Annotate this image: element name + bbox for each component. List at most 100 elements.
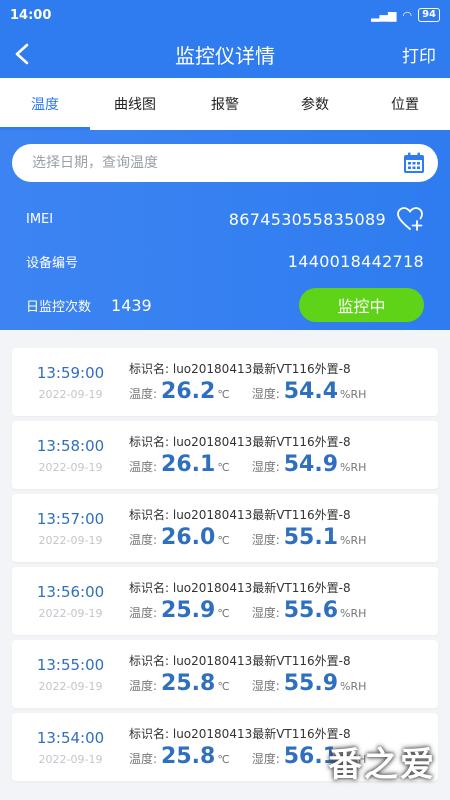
- humidity-unit: %RH: [340, 534, 367, 547]
- record-name-prefix: 标识名:: [129, 508, 173, 522]
- record-name-prefix: 标识名:: [129, 362, 173, 376]
- record-name-prefix: 标识名:: [129, 654, 173, 668]
- record-date: 2022-09-19: [38, 679, 103, 693]
- tab-location[interactable]: 位置: [360, 78, 450, 130]
- temperature-label: 温度:: [129, 606, 158, 620]
- record-name: 标识名: luo20180413最新VT116外置-8: [129, 652, 438, 669]
- record-timestamp: 13:58:00 2022-09-19: [12, 437, 129, 474]
- record-name: 标识名: luo20180413最新VT116外置-8: [129, 433, 438, 450]
- title-bar: 监控仪详情 打印: [0, 30, 450, 78]
- calendar-icon[interactable]: [402, 151, 426, 175]
- record-list: 13:59:00 2022-09-19 标识名: luo20180413最新VT…: [12, 348, 438, 786]
- humidity-label: 湿度:: [251, 533, 280, 547]
- record-details: 标识名: luo20180413最新VT116外置-8 温度: 26.1 ℃ 湿…: [129, 433, 438, 477]
- record-date: 2022-09-19: [38, 460, 103, 474]
- humidity-unit: %RH: [340, 680, 367, 693]
- record-details: 标识名: luo20180413最新VT116外置-8 温度: 25.8 ℃ 湿…: [129, 652, 438, 696]
- chevron-left-icon: [15, 43, 29, 65]
- device-id-value: 1440018442718: [287, 252, 424, 271]
- record-measurements: 温度: 26.2 ℃ 湿度: 54.4 %RH: [129, 379, 438, 404]
- record-card[interactable]: 13:58:00 2022-09-19 标识名: luo20180413最新VT…: [12, 421, 438, 489]
- humidity-unit: %RH: [340, 461, 367, 474]
- record-timestamp: 13:56:00 2022-09-19: [12, 583, 129, 620]
- device-id-label: 设备编号: [26, 256, 79, 271]
- temperature-label: 温度:: [129, 387, 158, 401]
- humidity-label: 湿度:: [251, 460, 280, 474]
- watermark-logo: 番之爱: [328, 745, 436, 785]
- heart-add-icon[interactable]: [396, 206, 424, 232]
- temperature-label: 温度:: [129, 533, 158, 547]
- imei-label: IMEI: [26, 211, 54, 227]
- daily-count-label: 日监控次数: [26, 299, 92, 315]
- record-details: 标识名: luo20180413最新VT116外置-8 温度: 25.9 ℃ 湿…: [129, 579, 438, 623]
- record-time: 13:56:00: [36, 582, 105, 601]
- monitoring-status-button[interactable]: 监控中: [299, 288, 424, 322]
- record-card[interactable]: 13:56:00 2022-09-19 标识名: luo20180413最新VT…: [12, 567, 438, 635]
- record-name-value: luo20180413最新VT116外置-8: [172, 727, 351, 741]
- temperature-unit: ℃: [217, 753, 230, 766]
- date-search-bar[interactable]: [12, 144, 438, 182]
- device-info-panel: IMEI 867453055835089 设备编号 1440018442718 …: [0, 130, 450, 330]
- record-date: 2022-09-19: [38, 387, 103, 401]
- record-measurements: 温度: 25.9 ℃ 湿度: 55.6 %RH: [129, 598, 438, 623]
- humidity-value: 54.4: [283, 379, 339, 404]
- record-measurements: 温度: 25.8 ℃ 湿度: 55.9 %RH: [129, 671, 438, 696]
- record-card[interactable]: 13:55:00 2022-09-19 标识名: luo20180413最新VT…: [12, 640, 438, 708]
- record-name-value: luo20180413最新VT116外置-8: [172, 362, 351, 376]
- temperature-label: 温度:: [129, 752, 158, 766]
- humidity-value: 54.9: [283, 452, 339, 477]
- status-icons: ▂▄▆ ◠ 94: [371, 8, 440, 22]
- record-measurements: 温度: 26.1 ℃ 湿度: 54.9 %RH: [129, 452, 438, 477]
- record-card[interactable]: 13:59:00 2022-09-19 标识名: luo20180413最新VT…: [12, 348, 438, 416]
- record-card[interactable]: 13:57:00 2022-09-19 标识名: luo20180413最新VT…: [12, 494, 438, 562]
- record-date: 2022-09-19: [38, 606, 103, 620]
- record-name: 标识名: luo20180413最新VT116外置-8: [129, 360, 438, 377]
- tab-parameters[interactable]: 参数: [270, 78, 360, 130]
- humidity-label: 湿度:: [251, 387, 280, 401]
- humidity-value: 55.9: [283, 671, 339, 696]
- humidity-unit: %RH: [340, 388, 367, 401]
- temperature-unit: ℃: [217, 680, 230, 693]
- record-name-prefix: 标识名:: [129, 435, 173, 449]
- record-timestamp: 13:59:00 2022-09-19: [12, 364, 129, 401]
- print-button[interactable]: 打印: [402, 42, 450, 67]
- tab-bar: 温度 曲线图 报警 参数 位置: [0, 78, 450, 130]
- record-name-value: luo20180413最新VT116外置-8: [172, 581, 351, 595]
- record-name-value: luo20180413最新VT116外置-8: [172, 435, 351, 449]
- tab-curve[interactable]: 曲线图: [90, 78, 180, 130]
- humidity-value: 55.6: [283, 598, 339, 623]
- record-name: 标识名: luo20180413最新VT116外置-8: [129, 506, 438, 523]
- record-timestamp: 13:54:00 2022-09-19: [12, 729, 129, 766]
- record-name-prefix: 标识名:: [129, 727, 173, 741]
- record-name-value: luo20180413最新VT116外置-8: [172, 508, 351, 522]
- date-search-input[interactable]: [32, 155, 402, 171]
- record-name: 标识名: luo20180413最新VT116外置-8: [129, 579, 438, 596]
- record-time: 13:59:00: [36, 363, 105, 382]
- record-measurements: 温度: 26.0 ℃ 湿度: 55.1 %RH: [129, 525, 438, 550]
- record-time: 13:55:00: [36, 655, 105, 674]
- temperature-value: 26.1: [161, 452, 216, 477]
- temperature-unit: ℃: [217, 461, 230, 474]
- imei-value: 867453055835089: [228, 209, 386, 229]
- temperature-label: 温度:: [129, 460, 158, 474]
- record-timestamp: 13:57:00 2022-09-19: [12, 510, 129, 547]
- record-time: 13:57:00: [36, 509, 105, 528]
- temperature-value: 26.0: [161, 525, 216, 550]
- humidity-value: 55.1: [283, 525, 339, 550]
- temperature-value: 25.8: [161, 744, 216, 769]
- status-bar: 14:00 ▂▄▆ ◠ 94: [0, 0, 450, 30]
- humidity-unit: %RH: [340, 607, 367, 620]
- record-name-value: luo20180413最新VT116外置-8: [172, 654, 351, 668]
- tab-alarm[interactable]: 报警: [180, 78, 270, 130]
- humidity-label: 湿度:: [251, 679, 280, 693]
- daily-count-row: 日监控次数 1439 监控中: [26, 288, 424, 322]
- temperature-value: 26.2: [161, 379, 216, 404]
- temperature-value: 25.8: [161, 671, 216, 696]
- back-button[interactable]: [0, 30, 44, 78]
- record-time: 13:54:00: [36, 728, 105, 747]
- record-time: 13:58:00: [36, 436, 105, 455]
- device-id-row: 设备编号 1440018442718: [26, 252, 424, 271]
- tab-temperature[interactable]: 温度: [0, 78, 90, 130]
- page-title: 监控仪详情: [175, 43, 275, 68]
- app-header: 14:00 ▂▄▆ ◠ 94 监控仪详情 打印: [0, 0, 450, 78]
